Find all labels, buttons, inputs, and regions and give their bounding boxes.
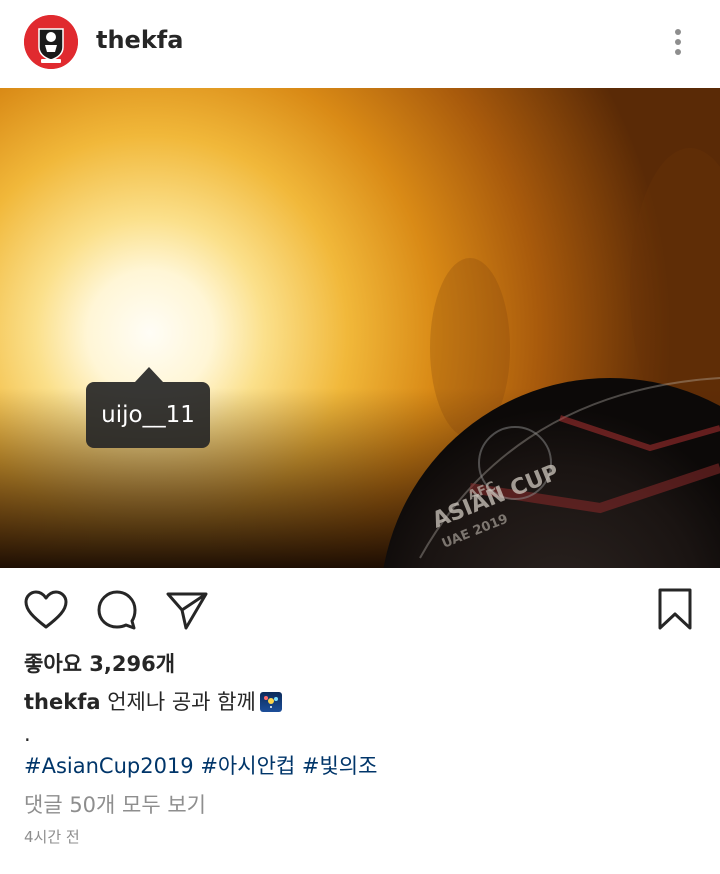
- send-icon[interactable]: [164, 588, 210, 632]
- post-timestamp: 4시간 전: [24, 828, 80, 846]
- kfa-logo-icon: [24, 15, 78, 69]
- tag-bubble-arrow: [135, 367, 163, 382]
- fireworks-emoji-icon: [259, 692, 282, 712]
- heart-icon[interactable]: [23, 588, 69, 632]
- post-username[interactable]: thekfa: [96, 26, 183, 54]
- hashtags[interactable]: #AsianCup2019 #아시안컵 #빛의조: [24, 750, 377, 780]
- user-tag-bubble[interactable]: uijo__11: [86, 382, 210, 448]
- sunset-photo: AFC ASIAN CUP UAE 2019: [0, 88, 720, 568]
- bookmark-icon[interactable]: [652, 588, 698, 632]
- caption: thekfa 언제나 공과 함께: [24, 686, 282, 716]
- avatar[interactable]: [24, 15, 78, 69]
- comment-icon[interactable]: [94, 588, 140, 632]
- post-image[interactable]: AFC ASIAN CUP UAE 2019: [0, 88, 720, 568]
- caption-dot: .: [24, 722, 31, 746]
- view-all-comments-link[interactable]: 댓글 50개 모두 보기: [24, 789, 206, 819]
- like-count[interactable]: 좋아요 3,296개: [24, 648, 175, 678]
- caption-text: 언제나 공과 함께: [107, 690, 256, 714]
- caption-username[interactable]: thekfa: [24, 690, 101, 714]
- action-bar: [0, 568, 720, 648]
- more-vertical-icon[interactable]: [664, 26, 692, 62]
- post-header: thekfa: [0, 0, 720, 88]
